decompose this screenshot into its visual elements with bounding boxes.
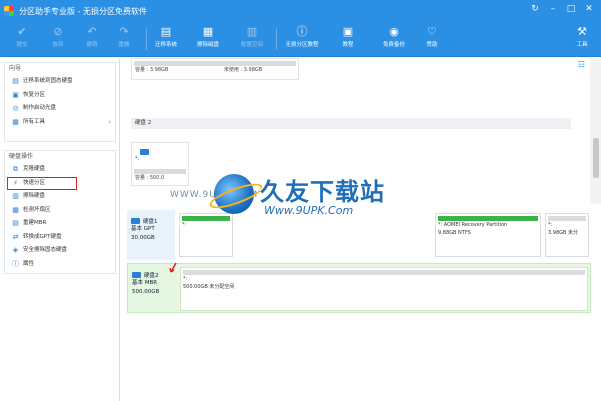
mbr-icon: ▤ xyxy=(12,219,19,227)
migrate-os-button[interactable]: ▤ 迁移系统 xyxy=(148,24,184,55)
undo-button[interactable]: ↶ 撤销 xyxy=(74,24,110,55)
disk1-name: 硬盘1 xyxy=(143,218,158,225)
disk2-header: 硬盘 2 xyxy=(131,118,571,129)
shield-icon: ◈ xyxy=(12,246,19,254)
disk1-row[interactable]: 硬盘1 基本 GPT 30.00GB *: *: AOMEI Recovery … xyxy=(127,210,591,260)
check-icon: ✔ xyxy=(17,25,27,38)
disk2-partition-card[interactable]: *: 容量 : 500.0 xyxy=(131,142,189,186)
toolbar-separator xyxy=(146,28,147,50)
disk1-unallocated[interactable]: *: 3.98GB 未分 xyxy=(545,213,589,257)
migrate-icon: ▤ xyxy=(160,25,172,38)
wipe-icon: ▥ xyxy=(12,192,19,200)
sponsor-button[interactable]: ♡ 赞助 xyxy=(414,24,450,55)
title-bar: 分区助手专业版 - 无损分区免费软件 ↻ – □ ✕ xyxy=(0,0,601,22)
sidebar-item-bad-sector[interactable]: ▦ 检测坏扇区 xyxy=(5,204,115,218)
undo-icon: ↶ xyxy=(87,25,97,38)
refresh-icon[interactable]: ↻ xyxy=(529,4,541,14)
info-icon: ⓘ xyxy=(296,25,308,38)
toolbar: ✔ 提交 ⊘ 放弃 ↶ 撤销 ↷ 重做 ▤ 迁移系统 ▦ 擦除磁盘 ▥ 配置空间… xyxy=(0,22,601,57)
sidebar-item-quick-partition[interactable]: ⚡ 快速分区 xyxy=(7,176,77,190)
tools-grid-icon: ▦ xyxy=(12,117,19,126)
sidebar-item-all-tools[interactable]: ▦ 所有工具 › xyxy=(5,116,115,130)
disk2-card-name: *: xyxy=(135,156,140,162)
recover-icon: ▣ xyxy=(12,90,19,99)
disc-icon: ◎ xyxy=(12,104,19,112)
sidebar-item-wipe-disk[interactable]: ▥ 擦除硬盘 xyxy=(5,190,115,204)
allocate-icon: ▥ xyxy=(246,25,258,38)
sidebar-item-migrate-ssd[interactable]: ▤ 迁移系统到固态硬盘 xyxy=(5,75,115,89)
disk2-card-capacity: 容量 : 500.0 xyxy=(135,175,165,181)
disk2-name: 硬盘2 xyxy=(144,272,159,279)
app-logo-icon xyxy=(4,6,14,16)
guide-section: 向导 ▤ 迁移系统到固态硬盘 ▣ 恢复分区 ◎ 制作启动光盘 ▦ 所有工具 › xyxy=(4,62,116,142)
sidebar-item-properties[interactable]: ⓘ 属性 xyxy=(5,258,115,272)
clone-icon: ⧉ xyxy=(13,165,18,173)
sidebar-item-clone-disk[interactable]: ⧉ 克隆硬盘 xyxy=(5,163,115,177)
migrate-icon: ▤ xyxy=(12,77,19,85)
redo-icon: ↷ xyxy=(119,25,129,38)
sidebar-item-boot-disc[interactable]: ◎ 制作启动光盘 xyxy=(5,102,115,116)
tools-button[interactable]: ⚒ 工具 xyxy=(566,24,598,55)
minimize-button[interactable]: – xyxy=(547,4,559,14)
toolbar-separator xyxy=(276,28,277,50)
free-backup-button[interactable]: ◉ 免费备份 xyxy=(376,24,412,55)
disk-ops-section: 硬盘操作 ⧉ 克隆硬盘 ⚡ 快速分区 ▥ 擦除硬盘 ▦ 检测坏扇区 ▤ 重建MB… xyxy=(4,150,116,274)
wipe-disk-button[interactable]: ▦ 擦除磁盘 xyxy=(190,24,226,55)
scan-icon: ▦ xyxy=(12,205,19,214)
disk1-partition-recovery[interactable]: *: AOMEI Recovery Partition 9.88GB NTFS xyxy=(435,213,541,257)
maximize-button[interactable]: □ xyxy=(565,4,577,14)
disk2-size: 500.00GB xyxy=(132,289,160,295)
lightning-icon: ⚡ xyxy=(13,178,18,187)
sidebar: 向导 ▤ 迁移系统到固态硬盘 ▣ 恢复分区 ◎ 制作启动光盘 ▦ 所有工具 › … xyxy=(0,58,120,401)
partition-card[interactable]: 容量 : 3.98GB 未使用 : 3.98GB xyxy=(131,58,299,80)
scrollbar-thumb[interactable] xyxy=(593,138,599,178)
disk-icon xyxy=(131,217,140,224)
disk1-partition-1[interactable]: *: xyxy=(179,213,233,257)
view-toggle-icon[interactable]: ☷ xyxy=(578,60,585,69)
chevron-right-icon: › xyxy=(108,117,111,126)
backup-icon: ◉ xyxy=(389,25,399,38)
partition-card-capacity: 容量 : 3.98GB 未使用 : 3.98GB xyxy=(135,67,263,73)
convert-icon: ⇄ xyxy=(12,232,19,241)
allocate-space-button[interactable]: ▥ 配置空间 xyxy=(234,24,270,55)
tools-icon: ⚒ xyxy=(577,25,587,38)
book-icon: ▣ xyxy=(342,25,354,38)
info-icon: ⓘ xyxy=(12,259,19,268)
heart-icon: ♡ xyxy=(427,25,437,38)
disk2-row[interactable]: 硬盘2 基本 MBR 500.00GB *: 500.00GB 未分配空间 xyxy=(127,263,591,313)
discard-button[interactable]: ⊘ 放弃 xyxy=(40,24,76,55)
disk1-type: 基本 GPT xyxy=(131,226,155,232)
sidebar-item-secure-erase[interactable]: ◈ 安全擦除固态硬盘 xyxy=(5,244,115,258)
sidebar-item-convert-gpt[interactable]: ⇄ 转换成GPT硬盘 xyxy=(5,231,115,245)
disk1-info[interactable]: 硬盘1 基本 GPT 30.00GB xyxy=(127,210,175,260)
sidebar-item-recover-partition[interactable]: ▣ 恢复分区 xyxy=(5,89,115,103)
sidebar-item-rebuild-mbr[interactable]: ▤ 重建MBR xyxy=(5,217,115,231)
guide-title: 向导 xyxy=(9,65,22,72)
disk-ops-title: 硬盘操作 xyxy=(9,153,34,160)
commit-button[interactable]: ✔ 提交 xyxy=(4,24,40,55)
partition-tutorial-button[interactable]: ⓘ 无损分区教程 xyxy=(280,24,324,55)
vertical-scrollbar[interactable] xyxy=(590,58,601,204)
tutorial-button[interactable]: ▣ 教程 xyxy=(330,24,366,55)
window-title: 分区助手专业版 - 无损分区免费软件 xyxy=(19,6,147,16)
disk-icon xyxy=(132,271,141,278)
close-button[interactable]: ✕ xyxy=(583,4,595,14)
disk2-type: 基本 MBR xyxy=(132,280,158,286)
main-panel: ☷ 容量 : 3.98GB 未使用 : 3.98GB 硬盘 2 *: 容量 : … xyxy=(121,58,601,401)
wipe-disk-icon: ▦ xyxy=(202,25,214,38)
redo-button[interactable]: ↷ 重做 xyxy=(106,24,142,55)
disk1-size: 30.00GB xyxy=(131,235,155,241)
disk2-unallocated[interactable]: *: 500.00GB 未分配空间 xyxy=(180,267,588,311)
red-arrow-icon xyxy=(169,262,177,273)
partition-card-view[interactable]: ☷ 容量 : 3.98GB 未使用 : 3.98GB 硬盘 2 *: 容量 : … xyxy=(121,58,601,204)
discard-icon: ⊘ xyxy=(53,25,63,38)
